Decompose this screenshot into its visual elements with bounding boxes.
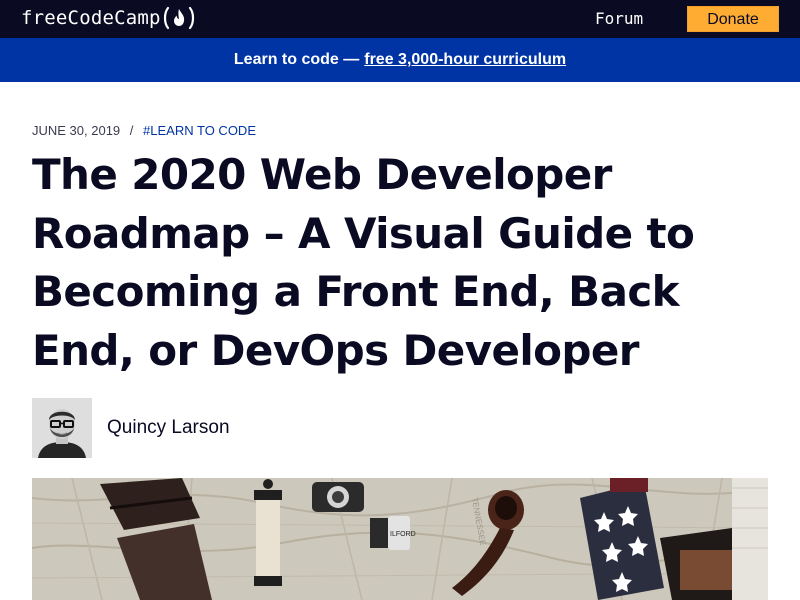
donate-button[interactable]: Donate (687, 6, 779, 32)
flame-icon (163, 6, 194, 30)
svg-text:ILFORD: ILFORD (390, 531, 416, 538)
author-name-link[interactable]: Quincy Larson (107, 417, 230, 439)
post-date: JUNE 30, 2019 (32, 123, 121, 138)
post-tag-link[interactable]: #LEARN TO CODE (143, 123, 256, 138)
freecodecamp-logo[interactable]: freeCodeCamp (21, 5, 196, 31)
travel-flatlay-map-photo: MISSISSIPPI TENNESSEE ILFORD (32, 478, 768, 600)
learn-to-code-banner: Learn to code — free 3,000-hour curricul… (0, 38, 800, 82)
article-title: The 2020 Web Developer Roadmap – A Visua… (32, 150, 695, 375)
top-navigation-bar: freeCodeCamp Forum Donate (0, 0, 800, 38)
banner-text: Learn to code — (233, 51, 360, 68)
article-feature-image: MISSISSIPPI TENNESSEE ILFORD (32, 478, 768, 600)
forum-link[interactable]: Forum (595, 9, 643, 29)
article-meta: JUNE 30, 2019 / #LEARN TO CODE (32, 123, 256, 139)
author-avatar-photo (32, 398, 92, 458)
logo-text: freeCodeCamp (21, 7, 161, 29)
author-avatar[interactable] (32, 398, 92, 458)
curriculum-link[interactable]: free 3,000-hour curriculum (364, 51, 566, 69)
meta-separator: / (129, 123, 134, 138)
author-byline: Quincy Larson (32, 398, 230, 458)
